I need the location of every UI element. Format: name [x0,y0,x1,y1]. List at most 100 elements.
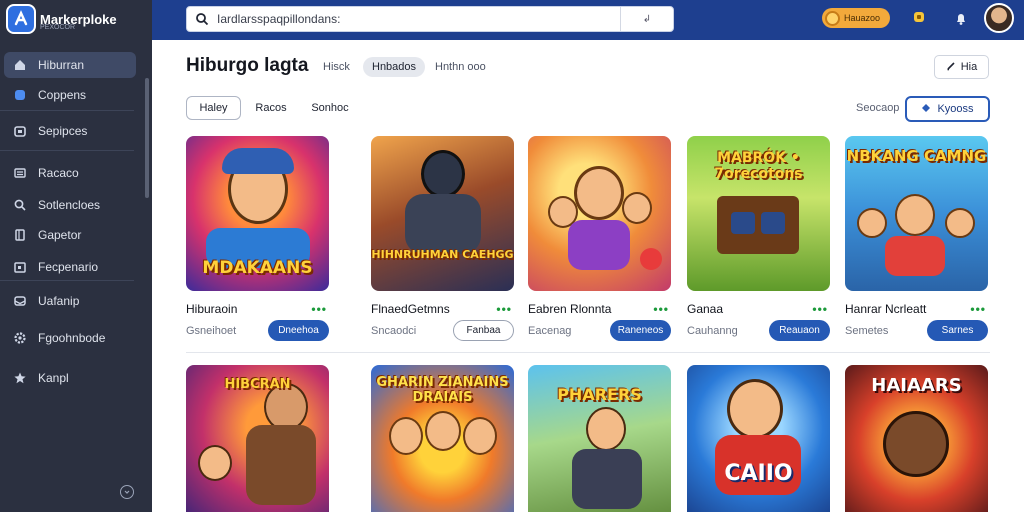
sidebar-item-label: Racaco [38,166,79,180]
edit-icon [946,61,956,74]
more-options-icon[interactable]: ••• [653,302,669,316]
game-art-title: PHARERS [557,385,642,404]
game-card[interactable]: MABRÓK • 7orecotons Ganaa ••• Cauhanng R… [687,136,830,341]
notifications-icon[interactable] [952,9,970,27]
more-options-icon[interactable]: ••• [496,302,512,316]
subtab-2[interactable]: Hnbados [363,57,426,77]
game-action-button[interactable]: Reauaon [769,320,830,341]
filter-button[interactable]: Hia [934,55,989,79]
game-thumbnail[interactable] [528,136,671,291]
shield-icon [12,87,28,103]
search-icon [12,197,28,213]
home-icon [12,57,28,73]
game-art-title: NBKANG CAMNG [846,147,987,165]
game-thumbnail[interactable]: MDAKAANS [186,136,329,291]
game-thumbnail[interactable]: HAIAARS [845,365,988,512]
sort-icon [921,103,931,116]
sidebar-item-label: Sotlencloes [38,198,101,212]
game-art-title: MDAKAANS [202,258,313,278]
game-thumbnail[interactable]: CAIIO [687,365,830,512]
game-card[interactable]: Eabren Rlonnta ••• Eacenag Raneneos [528,136,671,341]
game-title: Hanrar Ncrleatt [845,302,927,316]
search-icon [187,12,217,26]
sidebar-item-fgoohnbode[interactable]: Fgoohnbode [4,325,136,351]
game-subtitle: Semetes [845,325,889,337]
collapse-icon[interactable] [120,485,134,499]
user-avatar[interactable] [984,3,1014,33]
game-subtitle: Cauhanng [687,325,738,337]
game-card[interactable]: PHARERS [528,365,671,512]
inbox-icon [12,293,28,309]
subtab-1[interactable]: Hisck [314,57,359,77]
game-subtitle: Eacenag [528,325,572,337]
game-action-button[interactable]: Raneneos [610,320,671,341]
sidebar-item-sotlencloes[interactable]: Sotlencloes [4,192,136,218]
game-thumbnail[interactable]: NBKANG CAMNG [845,136,988,291]
game-art-title: MABRÓK • 7orecotons [714,150,803,182]
game-action-button[interactable]: Sarnes [927,320,988,341]
subtab-3[interactable]: Hnthn ooo [426,57,495,77]
sidebar-item-gapetor[interactable]: Gapetor [4,222,136,248]
game-card[interactable]: HIBCRAN [186,365,329,512]
coins-badge[interactable]: Hauazoo [822,8,890,28]
sidebar-item-home[interactable]: Hiburran [4,52,136,78]
game-thumbnail[interactable]: GHARIN ZIANAINS DRAIAIS [371,365,514,512]
sidebar-item-racaco[interactable]: Racaco [4,160,136,186]
game-action-button[interactable]: Dneehoa [268,320,329,341]
star-icon [12,370,28,386]
sidebar-divider [0,150,134,151]
chip-1[interactable]: Haley [186,96,241,120]
sort-label: Seocaop [856,102,900,114]
sidebar-item-label: Hiburran [38,58,85,72]
game-card[interactable]: HAIAARS [845,365,988,512]
game-art-title: HAIAARS [871,375,962,396]
game-title: FlnaedGetmns [371,302,450,316]
brand-subtitle: PEXOCOR [40,24,76,31]
game-art-title: HIBCRAN [224,377,291,392]
more-options-icon[interactable]: ••• [970,302,986,316]
book-icon [12,227,28,243]
sort-button[interactable]: Kyooss [905,96,990,122]
game-action-button[interactable]: Fanbaa [453,320,514,341]
sidebar-item-label: Fgoohnbode [38,331,106,345]
filter-button-label: Hia [960,61,978,73]
sidebar-divider [0,110,134,111]
chip-2[interactable]: Racos [248,96,294,120]
search-input[interactable] [217,8,620,30]
chip-3[interactable]: Sonhoc [305,96,355,120]
sidebar-item-kanpl[interactable]: Kanpl [4,365,136,391]
gear-icon [12,330,28,346]
sidebar-scrollbar[interactable] [145,78,149,198]
sidebar-item-sepipces[interactable]: Sepipces [4,118,136,144]
game-thumbnail[interactable]: MABRÓK • 7orecotons [687,136,830,291]
sidebar-item-label: Uafanip [38,294,80,308]
game-card[interactable]: NBKANG CAMNG Hanrar Ncrleatt ••• Semetes… [845,136,988,341]
sidebar-item-label: Fecpenario [38,260,99,274]
sidebar-item-label: Sepipces [38,124,88,138]
page-title: Hiburgo lagta [186,55,309,76]
game-card[interactable]: GHARIN ZIANAINS DRAIAIS [371,365,514,512]
game-thumbnail[interactable]: PHARERS [528,365,671,512]
sidebar-item-fecpenario[interactable]: Fecpenario [4,254,136,280]
trophy-icon[interactable] [910,9,928,27]
sidebar-item-uafanip[interactable]: Uafanip [4,288,136,314]
more-options-icon[interactable]: ••• [311,302,327,316]
game-card[interactable]: HIHNRUHMAN CAEHGG FlnaedGetmns ••• Sncao… [371,136,514,341]
game-card[interactable]: CAIIO [687,365,830,512]
game-thumbnail[interactable]: HIBCRAN [186,365,329,512]
game-card[interactable]: MDAKAANS Hiburaoin ••• Gsneihoet Dneehoa [186,136,329,341]
list-icon [12,165,28,181]
game-subtitle: Sncaodci [371,325,417,337]
more-options-icon[interactable]: ••• [812,302,828,316]
game-art-title: GHARIN ZIANAINS DRAIAIS [376,375,509,405]
search-submit-button[interactable]: ↲ [621,7,673,31]
sidebar-item-coppens[interactable]: Coppens [4,82,136,108]
calendar-icon [12,259,28,275]
game-art-title: HIHNRUHMAN CAEHGG [371,248,514,261]
coin-icon [825,10,840,26]
sort-button-label: Kyooss [937,103,974,115]
search-bar[interactable]: ↲ [186,6,674,32]
sidebar-item-label: Gapetor [38,228,82,242]
game-thumbnail[interactable]: HIHNRUHMAN CAEHGG [371,136,514,291]
coins-label: Hauazoo [844,13,881,23]
